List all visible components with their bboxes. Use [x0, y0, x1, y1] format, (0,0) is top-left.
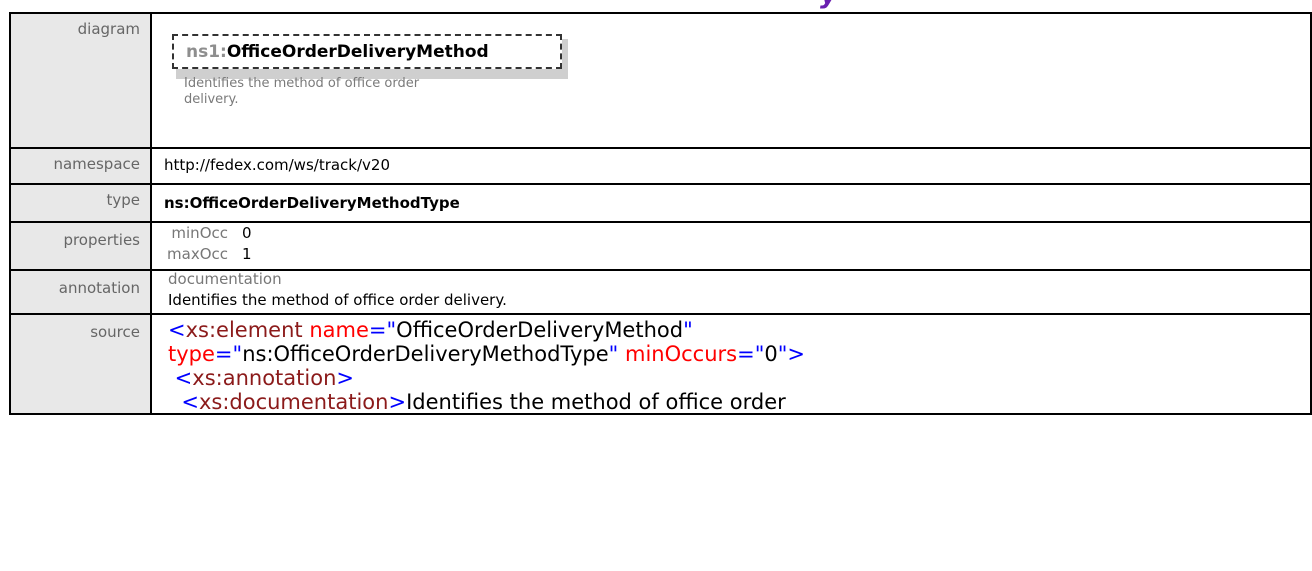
source-token: > [388, 390, 407, 413]
annotation-cell: documentation Identifies the method of o… [150, 269, 1312, 315]
source-line: <xs:documentation>Identifies the method … [168, 390, 1310, 413]
properties-cell: minOcc 0 maxOcc 1 [150, 221, 1312, 271]
diagram-doc-line-1: Identifies the method of office order [184, 76, 420, 91]
source-token: < [168, 318, 186, 342]
type-label: type [9, 183, 152, 223]
namespace-value: http://fedex.com/ws/track/v20 [150, 147, 1312, 185]
property-value: 1 [242, 245, 252, 263]
diagram-row: diagram ns1:OfficeOrderDeliveryMethod Id… [9, 12, 1312, 149]
source-token: =" [737, 342, 765, 366]
source-token: " [608, 342, 625, 366]
source-token: > [336, 366, 354, 390]
page-heading-fragment: y [0, 0, 1312, 10]
documentation-label: documentation [168, 270, 282, 288]
source-code: <xs:element name="OfficeOrderDeliveryMet… [168, 315, 1310, 413]
source-token: < [168, 390, 199, 413]
source-token: < [168, 366, 193, 390]
source-token: xs:element [185, 318, 303, 342]
source-token: minOccurs [625, 342, 738, 366]
annotation-label: annotation [9, 269, 152, 315]
element-name: OfficeOrderDeliveryMethod [226, 42, 489, 62]
source-token: "> [777, 342, 806, 366]
diagram-label: diagram [9, 12, 152, 149]
element-prefix: ns1: [186, 42, 227, 62]
source-token: Identifies the method of office order [406, 390, 786, 413]
property-key: maxOcc [167, 245, 228, 263]
namespace-label: namespace [9, 147, 152, 185]
source-token: OfficeOrderDeliveryMethod [396, 318, 684, 342]
type-value[interactable]: ns:OfficeOrderDeliveryMethodType [150, 183, 1312, 223]
properties-row: properties minOcc 0 maxOcc 1 [9, 221, 1312, 271]
source-line: type="ns:OfficeOrderDeliveryMethodType" … [168, 342, 1310, 366]
property-minocc: minOcc 0 [164, 224, 252, 242]
source-token: 0 [764, 342, 778, 366]
namespace-row: namespace http://fedex.com/ws/track/v20 [9, 147, 1312, 185]
source-line: <xs:annotation> [168, 366, 1310, 390]
source-token: " [683, 318, 693, 342]
type-row: type ns:OfficeOrderDeliveryMethodType [9, 183, 1312, 223]
source-token: ns:OfficeOrderDeliveryMethodType [242, 342, 609, 366]
diagram-documentation: Identifies the method of office order de… [184, 76, 484, 108]
source-token: name [309, 318, 369, 342]
property-value: 0 [242, 224, 252, 242]
source-token: xs:documentation [198, 390, 389, 413]
properties-list: minOcc 0 maxOcc 1 [164, 223, 1310, 269]
source-line: <xs:element name="OfficeOrderDeliveryMet… [168, 318, 1310, 342]
property-maxocc: maxOcc 1 [164, 245, 252, 263]
element-box[interactable]: ns1:OfficeOrderDeliveryMethod [172, 34, 562, 69]
source-token: =" [214, 342, 243, 366]
annotation-content: documentation Identifies the method of o… [152, 270, 1310, 313]
source-token: =" [368, 318, 397, 342]
page-heading-text: y [820, 0, 839, 10]
source-token: type [168, 342, 215, 366]
source-cell: <xs:element name="OfficeOrderDeliveryMet… [150, 313, 1312, 415]
diagram-doc-line-2: delivery. [184, 92, 239, 107]
source-label: source [9, 313, 152, 415]
element-doc-table: diagram ns1:OfficeOrderDeliveryMethod Id… [9, 12, 1312, 415]
diagram-figure: ns1:OfficeOrderDeliveryMethod Identifies… [152, 14, 1310, 147]
annotation-row: annotation documentation Identifies the … [9, 269, 1312, 315]
property-key: minOcc [171, 224, 228, 242]
properties-label: properties [9, 221, 152, 271]
source-row: source <xs:element name="OfficeOrderDeli… [9, 313, 1312, 415]
documentation-text: Identifies the method of office order de… [168, 291, 507, 309]
diagram-cell: ns1:OfficeOrderDeliveryMethod Identifies… [150, 12, 1312, 149]
source-token: xs:annotation [192, 366, 337, 390]
